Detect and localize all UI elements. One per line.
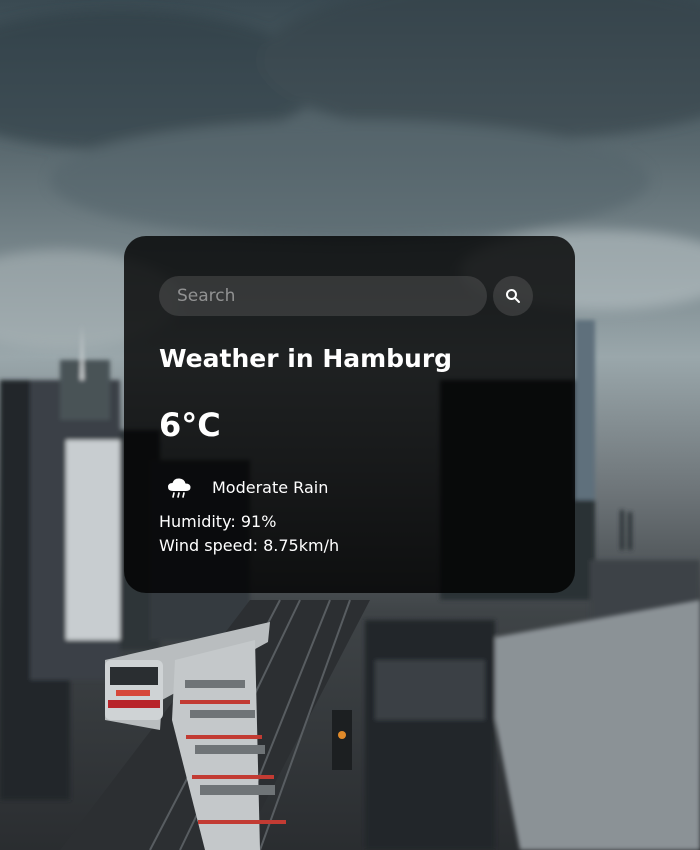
search-icon — [506, 289, 520, 303]
temperature: 6°C — [159, 406, 221, 444]
condition-row: Moderate Rain — [166, 475, 328, 499]
weather-card: Weather in Hamburg 6°C Moderate Rain Hum… — [124, 236, 575, 593]
wind-speed-text: Wind speed: 8.75km/h — [159, 536, 340, 555]
condition-description: Moderate Rain — [212, 477, 329, 497]
humidity-text: Humidity: 91% — [159, 512, 277, 531]
city-title: Weather in Hamburg — [159, 344, 453, 373]
rain-cloud-icon — [168, 478, 191, 498]
search-input[interactable] — [159, 276, 487, 316]
search-bar — [159, 276, 534, 316]
search-button[interactable] — [493, 276, 533, 316]
